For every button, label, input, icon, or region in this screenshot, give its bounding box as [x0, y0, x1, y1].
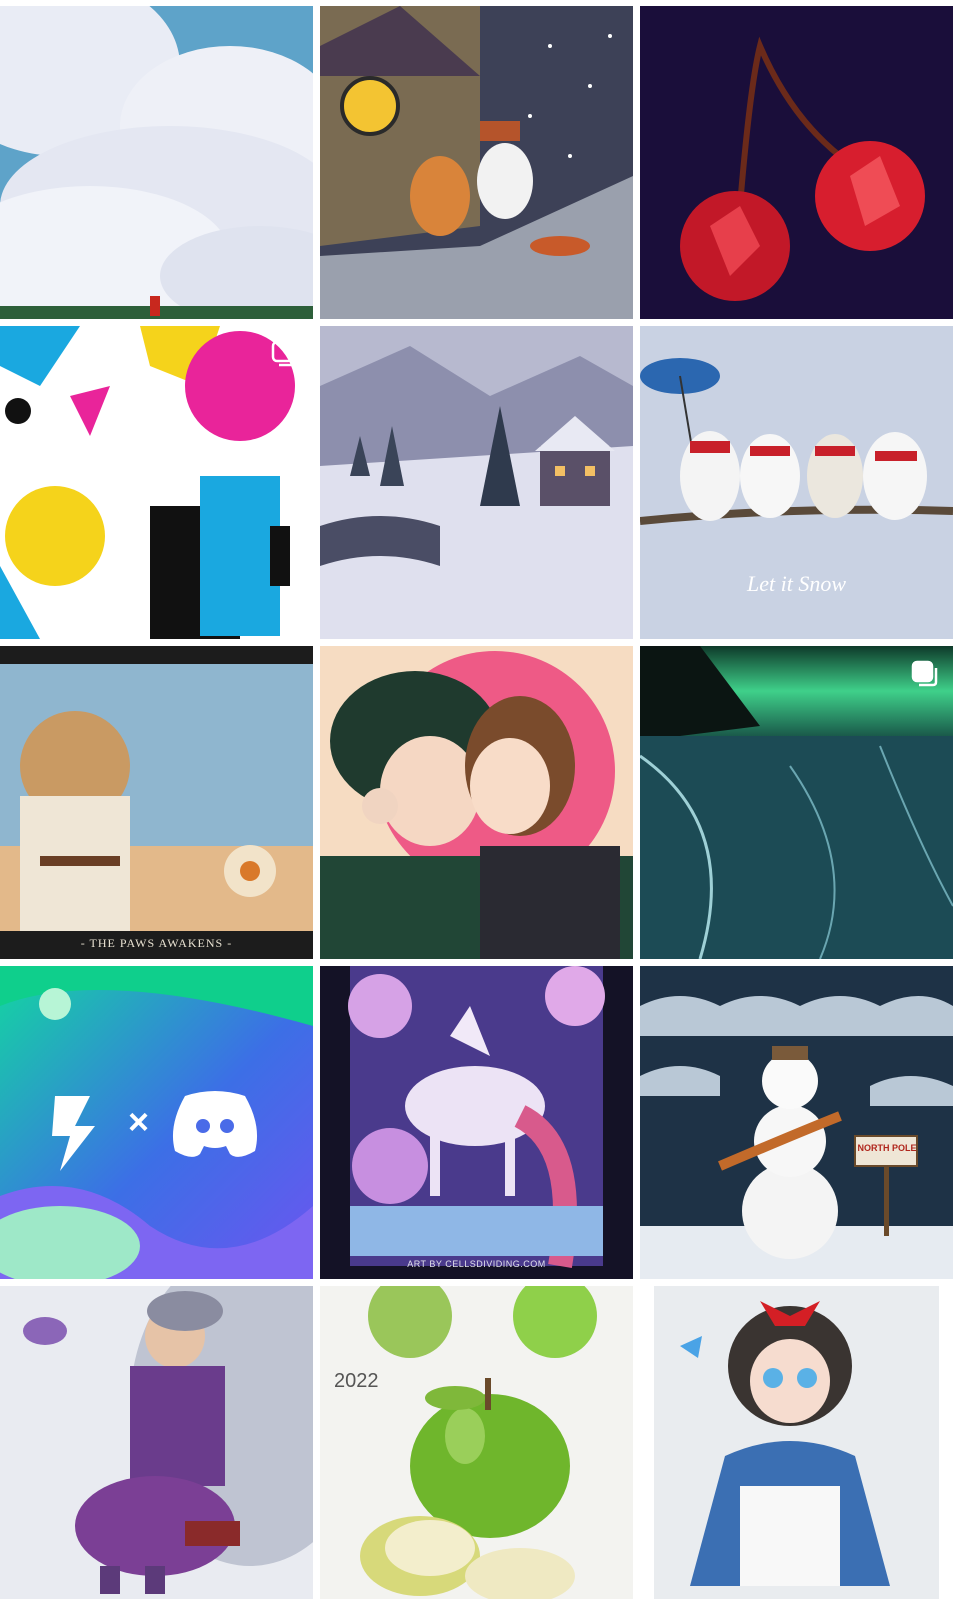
grid-tile-elf-grandma[interactable] [0, 1286, 313, 1599]
crystal-cherries-image [640, 6, 953, 319]
unicorn-image [320, 966, 633, 1279]
cmyk-comic-image [0, 326, 313, 639]
sky-clouds-image [0, 6, 313, 319]
grid-tile-snowy-village[interactable] [320, 326, 633, 639]
deviantart-discord-image: × [0, 966, 313, 1279]
grid-tile-snowman[interactable]: NORTH POLE [640, 966, 953, 1279]
art-by-credit: ART BY CELLSDIVIDING.COM [407, 1259, 546, 1269]
grid-tile-unicorn[interactable]: ART BY CELLSDIVIDING.COM [320, 966, 633, 1279]
grid-tile-aurora-lake[interactable] [640, 646, 953, 959]
grid-tile-snow-animals[interactable]: Let it Snow [640, 326, 953, 639]
paws-awakens-caption: - THE PAWS AWAKENS - [80, 936, 233, 950]
photo-grid: Let it Snow - THE PAWS AWAKENS - × ART B… [0, 0, 953, 1600]
aurora-lake-image [640, 646, 953, 959]
snowy-village-image [320, 326, 633, 639]
north-pole-sign-text: NORTH POLE [857, 1143, 917, 1153]
green-apple-image [320, 1286, 633, 1599]
winter-cabin-image [320, 6, 633, 319]
grid-tile-deviantart-discord[interactable]: × [0, 966, 313, 1279]
grid-tile-crystal-cherries[interactable] [640, 6, 953, 319]
let-it-snow-text: Let it Snow [746, 571, 846, 596]
multiple-photos-icon [271, 340, 299, 368]
multiple-photos-icon [911, 660, 939, 688]
anime-couple-image [320, 646, 633, 959]
cat-jedi-image [0, 646, 313, 959]
grid-tile-snow-white-doll[interactable] [640, 1286, 953, 1599]
elf-grandma-image [0, 1286, 313, 1599]
grid-tile-winter-cabin[interactable] [320, 6, 633, 319]
snow-white-doll-image [640, 1286, 953, 1599]
year-text: 2022 [334, 1370, 379, 1392]
svg-text:×: × [128, 1101, 149, 1142]
grid-tile-sky-clouds[interactable] [0, 6, 313, 319]
snowman-image [640, 966, 953, 1279]
grid-tile-cmyk-comic[interactable] [0, 326, 313, 639]
grid-tile-green-apple[interactable]: 2022 [320, 1286, 633, 1599]
grid-tile-anime-couple[interactable] [320, 646, 633, 959]
grid-tile-cat-jedi[interactable]: - THE PAWS AWAKENS - [0, 646, 313, 959]
